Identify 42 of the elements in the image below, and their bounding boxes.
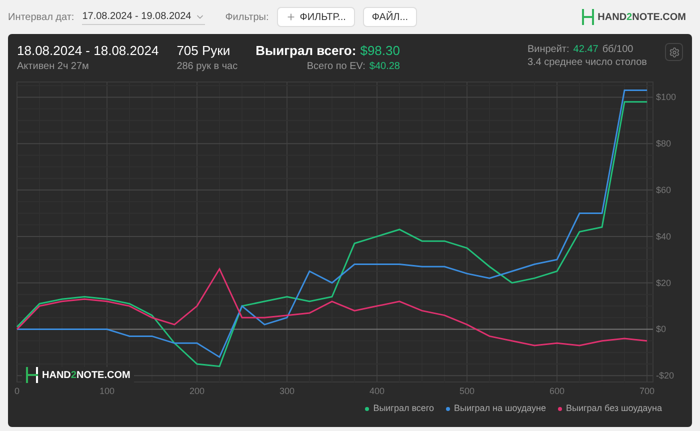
x-tick-label: 100 [99,386,115,396]
won-label: Выиграл всего: [256,43,356,59]
x-tick-label: 400 [369,386,385,396]
y-tick-label: $20 [656,278,672,288]
brand-logo: HAND2NOTE.COM [598,10,686,24]
x-tick-label: 600 [549,386,565,396]
legend-label: Выиграл всего [373,402,434,415]
filters-label: Фильтры: [225,10,269,24]
winrate-unit: бб/100 [602,43,634,56]
x-tick-label: 0 [14,386,20,396]
y-tick-label: $80 [656,138,672,149]
logo-icon [582,9,594,25]
x-tick-label: 700 [639,386,655,396]
hands-rate: 286 рук в час [176,60,238,74]
date-label: Интервал дат: [8,10,74,24]
tables-average: 3.4 среднее число столов [527,56,647,69]
x-tick-label: 500 [459,386,475,396]
ev-value: $40.28 [369,60,400,74]
y-tick-label: $100 [656,92,676,102]
x-tick-label: 200 [189,386,205,396]
legend-label: Выиграл на шоудауне [454,402,546,415]
filter-button[interactable]: ФИЛЬТР... [276,7,355,27]
watermark-logo: HAND2NOTE.COM [42,368,130,382]
settings-icon [668,46,680,58]
settings-button[interactable] [665,43,683,61]
hands-count: 705 Руки [176,43,232,59]
legend-label: Выиграл без шоудауна [566,402,662,415]
y-tick-label: -$20 [656,370,674,381]
won-value: $98.30 [360,43,400,59]
y-tick-label: $40 [656,231,672,242]
period-title: 18.08.2024 - 18.08.2024 [17,43,159,59]
x-tick-label: 300 [279,386,295,396]
ev-label: Всего по EV: [306,60,366,74]
y-tick-label: $0 [656,324,666,334]
plus-icon [286,12,296,22]
winrate-value: 42.47 [573,43,598,56]
winrate-label: Винрейт: [527,43,570,56]
active-time: Активен 2ч 27м [17,60,90,74]
y-tick-label: $60 [656,185,672,196]
date-range-dropdown[interactable]: 17.08.2024 - 19.08.2024 [82,9,206,25]
logo-icon [26,367,38,383]
filter-button[interactable]: ФАЙЛ... [362,7,418,27]
